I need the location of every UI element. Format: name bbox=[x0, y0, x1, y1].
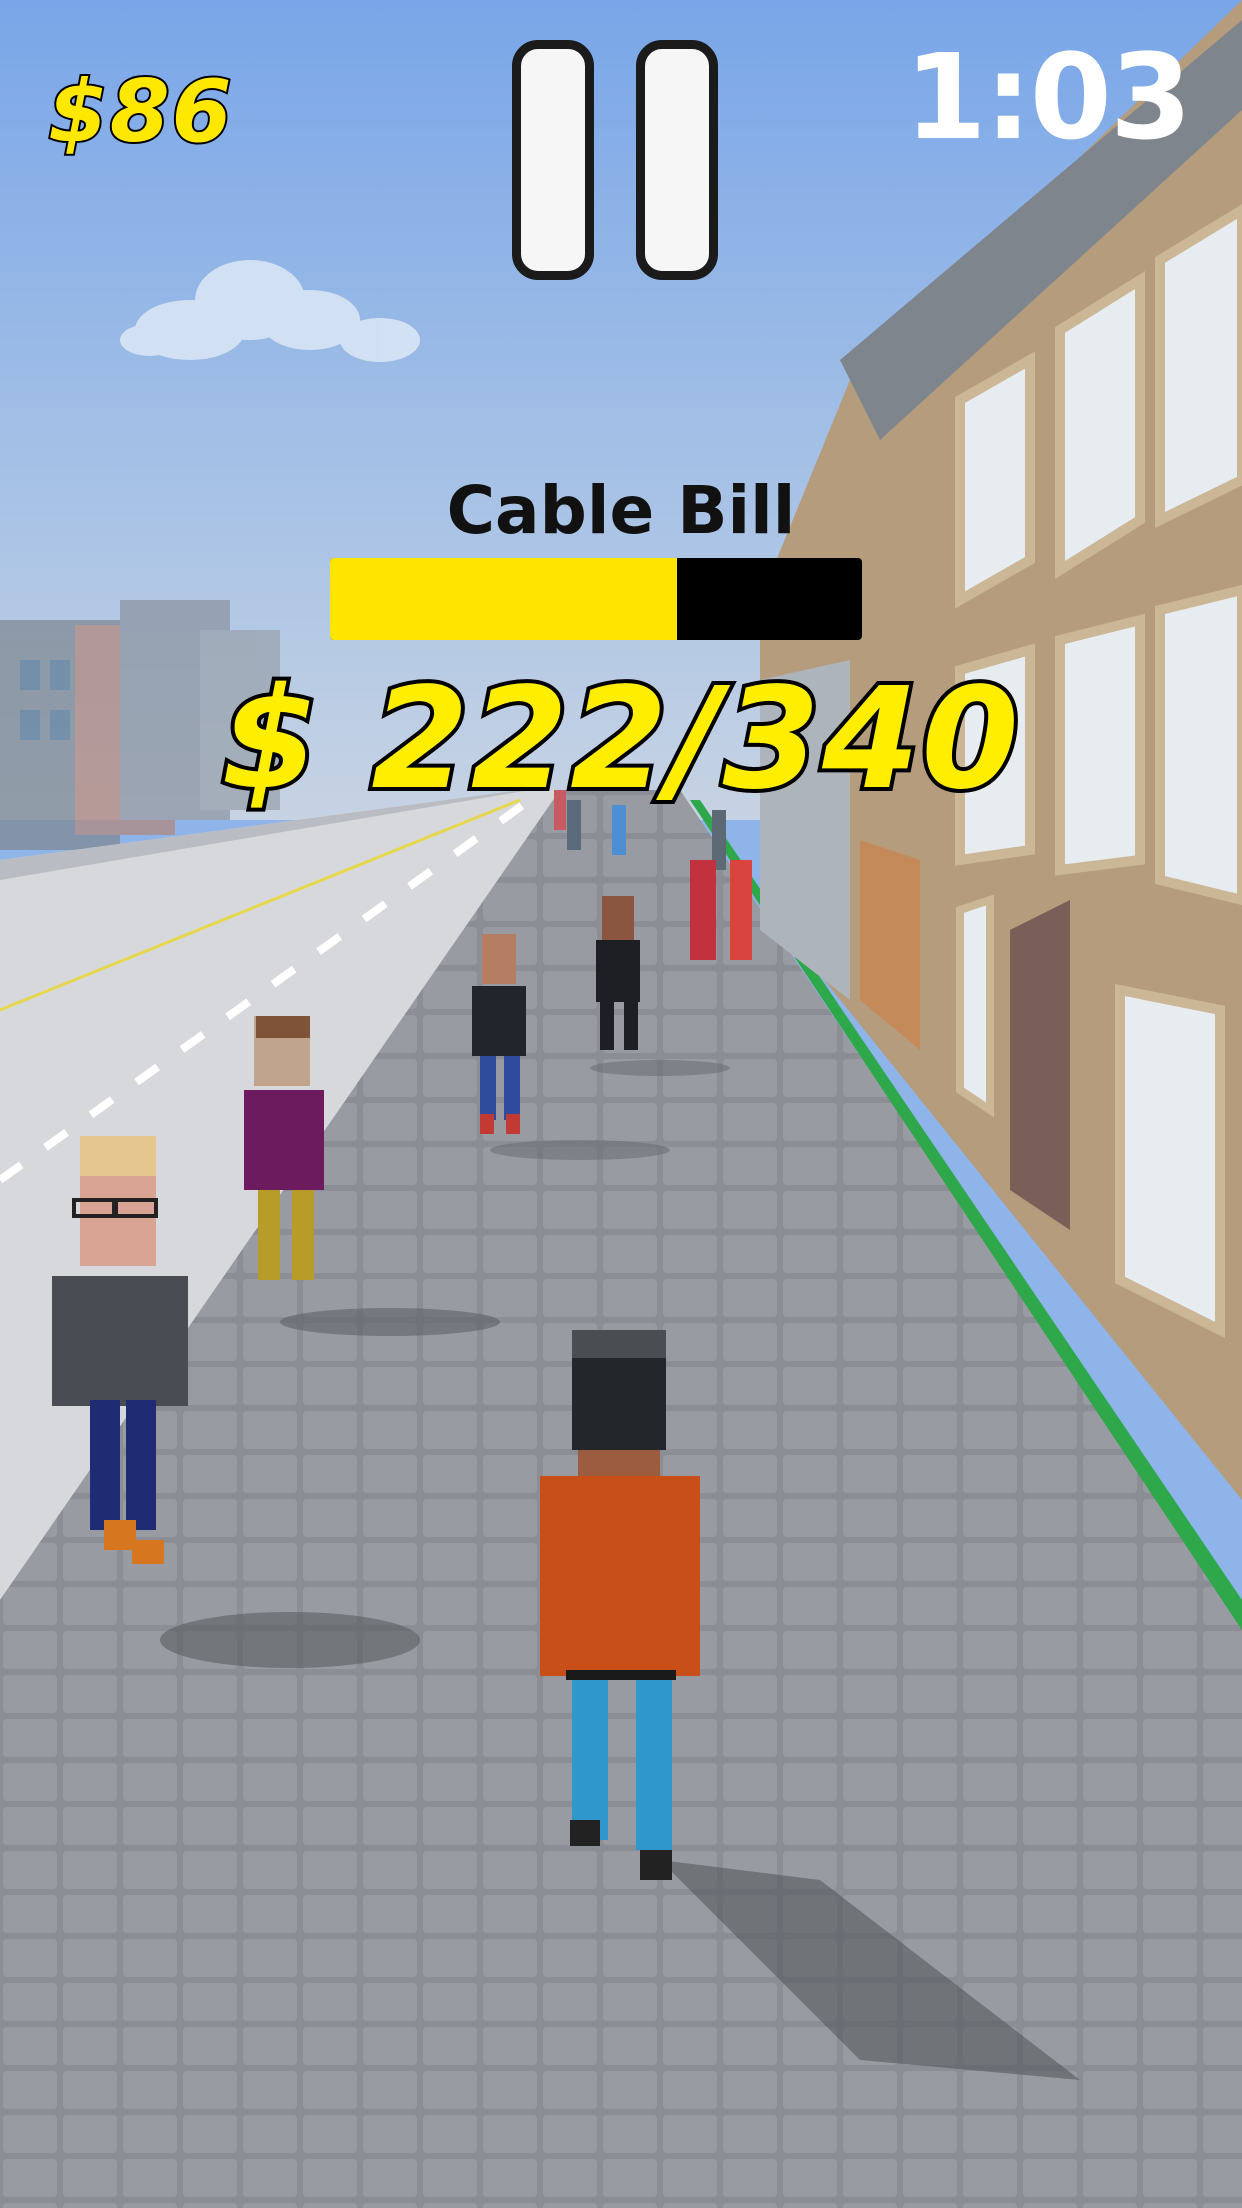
bill-title: Cable Bill bbox=[446, 472, 796, 549]
money-counter: $86 bbox=[46, 60, 234, 164]
bill-amount: $ 222/340 bbox=[217, 654, 1023, 825]
bill-progress-bar bbox=[330, 558, 862, 640]
building-door bbox=[1010, 900, 1070, 1230]
countdown-timer: 1:03 bbox=[904, 28, 1192, 166]
pause-icon-bar bbox=[636, 40, 718, 280]
game-scene bbox=[0, 0, 1242, 2208]
pause-icon bbox=[512, 40, 594, 280]
pause-button[interactable] bbox=[512, 36, 732, 290]
bill-progress-fill bbox=[330, 558, 678, 640]
